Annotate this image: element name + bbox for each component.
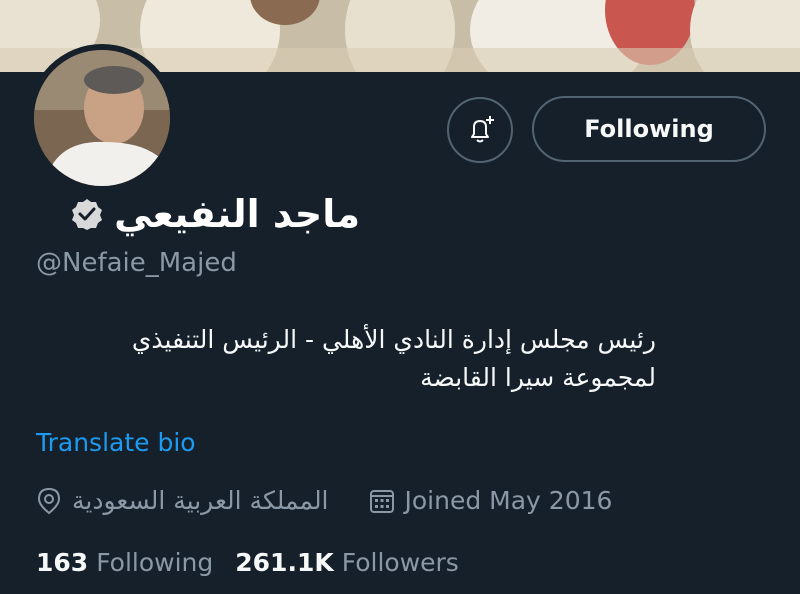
profile-meta: المملكة العربية السعودية Joined May 2016	[36, 486, 612, 515]
following-button[interactable]: Following	[532, 96, 766, 162]
following-label: Following	[96, 548, 214, 577]
following-stat[interactable]: 163 Following	[36, 548, 213, 577]
followers-stat[interactable]: 261.1K Followers	[235, 548, 459, 577]
location-pin-icon	[37, 487, 61, 514]
bell-plus-icon	[471, 116, 494, 143]
verified-badge-icon	[72, 199, 103, 230]
profile-joined-date: Joined May 2016	[404, 486, 613, 515]
profile-stats: 163 Following 261.1K Followers	[36, 548, 459, 577]
profile-name-row: ماجد النفيعي	[70, 186, 360, 242]
profile-handle: @Nefaie_Majed	[36, 248, 237, 278]
calendar-icon	[369, 489, 394, 513]
profile-bio: رئيس مجلس إدارة النادي الأهلي - الرئيس ا…	[131, 325, 656, 392]
followers-count: 261.1K	[235, 548, 334, 577]
notifications-button[interactable]	[447, 97, 513, 163]
following-count: 163	[36, 548, 89, 577]
translate-bio-link[interactable]: Translate bio	[36, 428, 196, 457]
profile-avatar[interactable]	[28, 44, 176, 192]
followers-label: Followers	[341, 548, 459, 577]
following-button-label: Following	[584, 115, 714, 143]
profile-name: ماجد النفيعي	[114, 192, 360, 236]
avatar-photo	[34, 50, 170, 186]
profile-location: المملكة العربية السعودية	[72, 486, 329, 515]
